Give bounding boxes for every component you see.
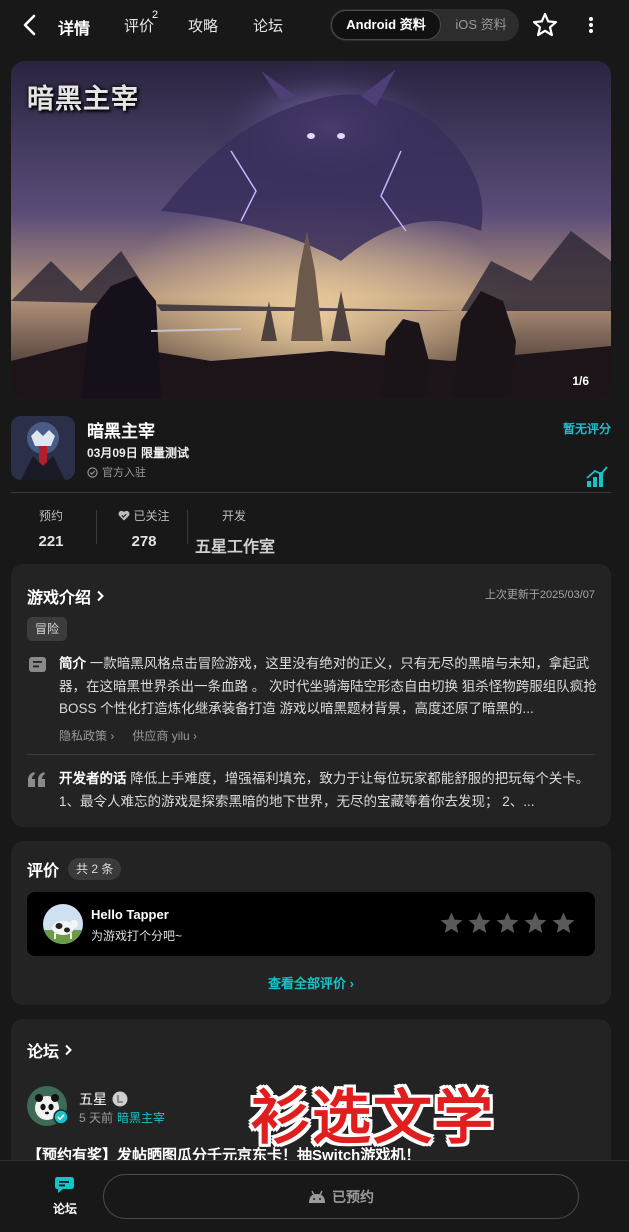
watermark: 衫选文学 (251, 1083, 496, 1152)
stat-divider (187, 510, 188, 544)
review-count-badge: 共 2 条 (68, 858, 122, 880)
rating-stars (440, 912, 575, 934)
tab-review[interactable]: 评价 2 (124, 9, 158, 36)
stat-divider (96, 510, 97, 544)
provider-label: 供应商 yilu (132, 729, 190, 743)
check-circle-icon (87, 466, 98, 478)
heart-check-icon (119, 510, 130, 521)
star-2-icon[interactable] (468, 912, 491, 934)
forum-title[interactable]: 论坛 (27, 1038, 72, 1062)
star-3-icon[interactable] (496, 912, 519, 934)
divider (11, 492, 611, 493)
back-arrow-icon[interactable] (20, 13, 40, 37)
tab-review-label: 评价 (124, 18, 155, 35)
tab-forum[interactable]: 论坛 (253, 15, 283, 36)
platform-switch: Android 资料 iOS 资料 (330, 9, 519, 41)
dev-note-label: 开发者的话 (59, 771, 127, 786)
tab-review-badge: 2 (152, 9, 159, 21)
last-update-time: 上次更新于2025/03/07 (484, 589, 595, 601)
stat-dev-value: 五星工作室 (195, 539, 276, 556)
tab-guide[interactable]: 攻略 (188, 15, 218, 36)
stat-reservations: 预约 221 (28, 507, 74, 550)
game-summary[interactable]: 简介 一款暗黑风格点击冒险游戏，这里没有绝对的正义，只有无尽的黑暗与未知，拿起武… (59, 653, 597, 721)
reserved-label: 已预约 (332, 1188, 374, 1205)
stat-dev-label: 开发 (222, 509, 247, 523)
star-1-icon[interactable] (440, 912, 463, 934)
ios-info-tab[interactable]: iOS 资料 (444, 9, 518, 41)
stat-followers[interactable]: 已关注 278 (112, 507, 176, 550)
intro-title[interactable]: 游戏介绍 (27, 584, 104, 608)
avatar (43, 904, 83, 944)
rating-status: 暂无评分 (562, 422, 611, 436)
game-name: 暗黑主宰 (87, 422, 155, 441)
game-logo-text: 暗黑主宰 (27, 84, 139, 115)
reserved-button[interactable]: 已预约 (103, 1174, 579, 1219)
review-title[interactable]: 评价 共 2 条 (27, 857, 122, 881)
divider (27, 754, 595, 755)
more-options-icon[interactable] (583, 14, 599, 36)
level-badge-icon (112, 1091, 128, 1107)
view-all-label: 查看全部评价 (268, 976, 347, 991)
post-time: 5 天前 (79, 1111, 114, 1125)
view-all-reviews-link[interactable]: 查看全部评价 › (11, 973, 611, 992)
author-name: 五星 (79, 1091, 107, 1107)
document-icon (29, 657, 46, 672)
intro-links: 隐私政策 › 供应商 yilu › (59, 727, 197, 744)
android-icon (309, 1190, 325, 1203)
prompt-subtitle: 为游戏打个分吧~ (91, 929, 183, 943)
chevron-right-icon (65, 1044, 72, 1056)
privacy-label: 隐私政策 (59, 729, 108, 743)
stat-follow-value: 278 (131, 533, 157, 550)
banner-image[interactable]: 暗黑主宰 1/6 (11, 61, 611, 398)
tab-detail-label: 详情 (58, 21, 91, 38)
game-intro-card: 游戏介绍 上次更新于2025/03/07 冒险 简介 一款暗黑风格点击冒险游戏，… (11, 564, 611, 827)
star-5-icon[interactable] (552, 912, 575, 934)
tab-detail[interactable]: 详情 (58, 15, 91, 39)
review-card: 评价 共 2 条 Hello Tapper 为游戏打个分吧~ 查看全部评价 › (11, 841, 611, 1005)
post-meta: 5 天前 暗黑主宰 (79, 1109, 165, 1126)
bottom-forum-button[interactable]: 论坛 (40, 1175, 90, 1217)
rating-bars-icon[interactable] (586, 466, 608, 488)
stat-reserve-value: 221 (38, 533, 64, 550)
star-4-icon[interactable] (524, 912, 547, 934)
chat-bubble-icon (55, 1177, 74, 1193)
game-icon (11, 416, 75, 480)
favorite-star-icon[interactable] (531, 11, 559, 39)
stat-follow-header: 已关注 (112, 507, 176, 524)
bottom-action-bar: 论坛 已预约 (0, 1160, 629, 1232)
post-author[interactable]: 五星 (79, 1089, 128, 1109)
chevron-right-icon (97, 590, 104, 602)
android-info-tab[interactable]: Android 资料 (331, 10, 441, 40)
genre-tag[interactable]: 冒险 (27, 617, 68, 641)
stat-reserve-label: 预约 (38, 509, 63, 523)
review-title-label: 评价 (27, 863, 60, 880)
verified-badge-icon (53, 1109, 69, 1125)
intro-title-label: 游戏介绍 (27, 590, 92, 607)
summary-label: 简介 (59, 656, 86, 671)
bottom-forum-label: 论坛 (52, 1202, 77, 1216)
summary-text: 一款暗黑风格点击冒险游戏，这里没有绝对的正义，只有无尽的黑暗与未知，拿起武器，在… (59, 656, 597, 716)
dev-note-text: 降低上手难度，增强福利填充，致力于让每位玩家都能舒服的把玩每个关卡。 1、最令人… (59, 771, 590, 809)
provider-link[interactable]: 供应商 yilu › (132, 727, 197, 744)
top-nav: 详情 评价 2 攻略 论坛 Android 资料 iOS 资料 (0, 0, 629, 50)
game-release-date: 03月09日 限量测试 (87, 446, 190, 460)
official-label: 官方入驻 (102, 467, 146, 479)
privacy-policy-link[interactable]: 隐私政策 › (59, 727, 114, 744)
forum-title-label: 论坛 (27, 1044, 60, 1061)
prompt-name: Hello Tapper (91, 907, 169, 922)
official-badge: 官方入驻 (87, 464, 146, 480)
stat-developer[interactable]: 开发 五星工作室 (195, 507, 285, 557)
quote-icon (28, 772, 45, 787)
stat-follow-label: 已关注 (133, 509, 170, 523)
rate-prompt[interactable]: Hello Tapper 为游戏打个分吧~ (27, 892, 595, 956)
post-game-link[interactable]: 暗黑主宰 (117, 1111, 165, 1125)
developer-note[interactable]: 开发者的话 降低上手难度，增强福利填充，致力于让每位玩家都能舒服的把玩每个关卡。… (59, 768, 597, 813)
banner-page-counter: 1/6 (572, 374, 589, 388)
